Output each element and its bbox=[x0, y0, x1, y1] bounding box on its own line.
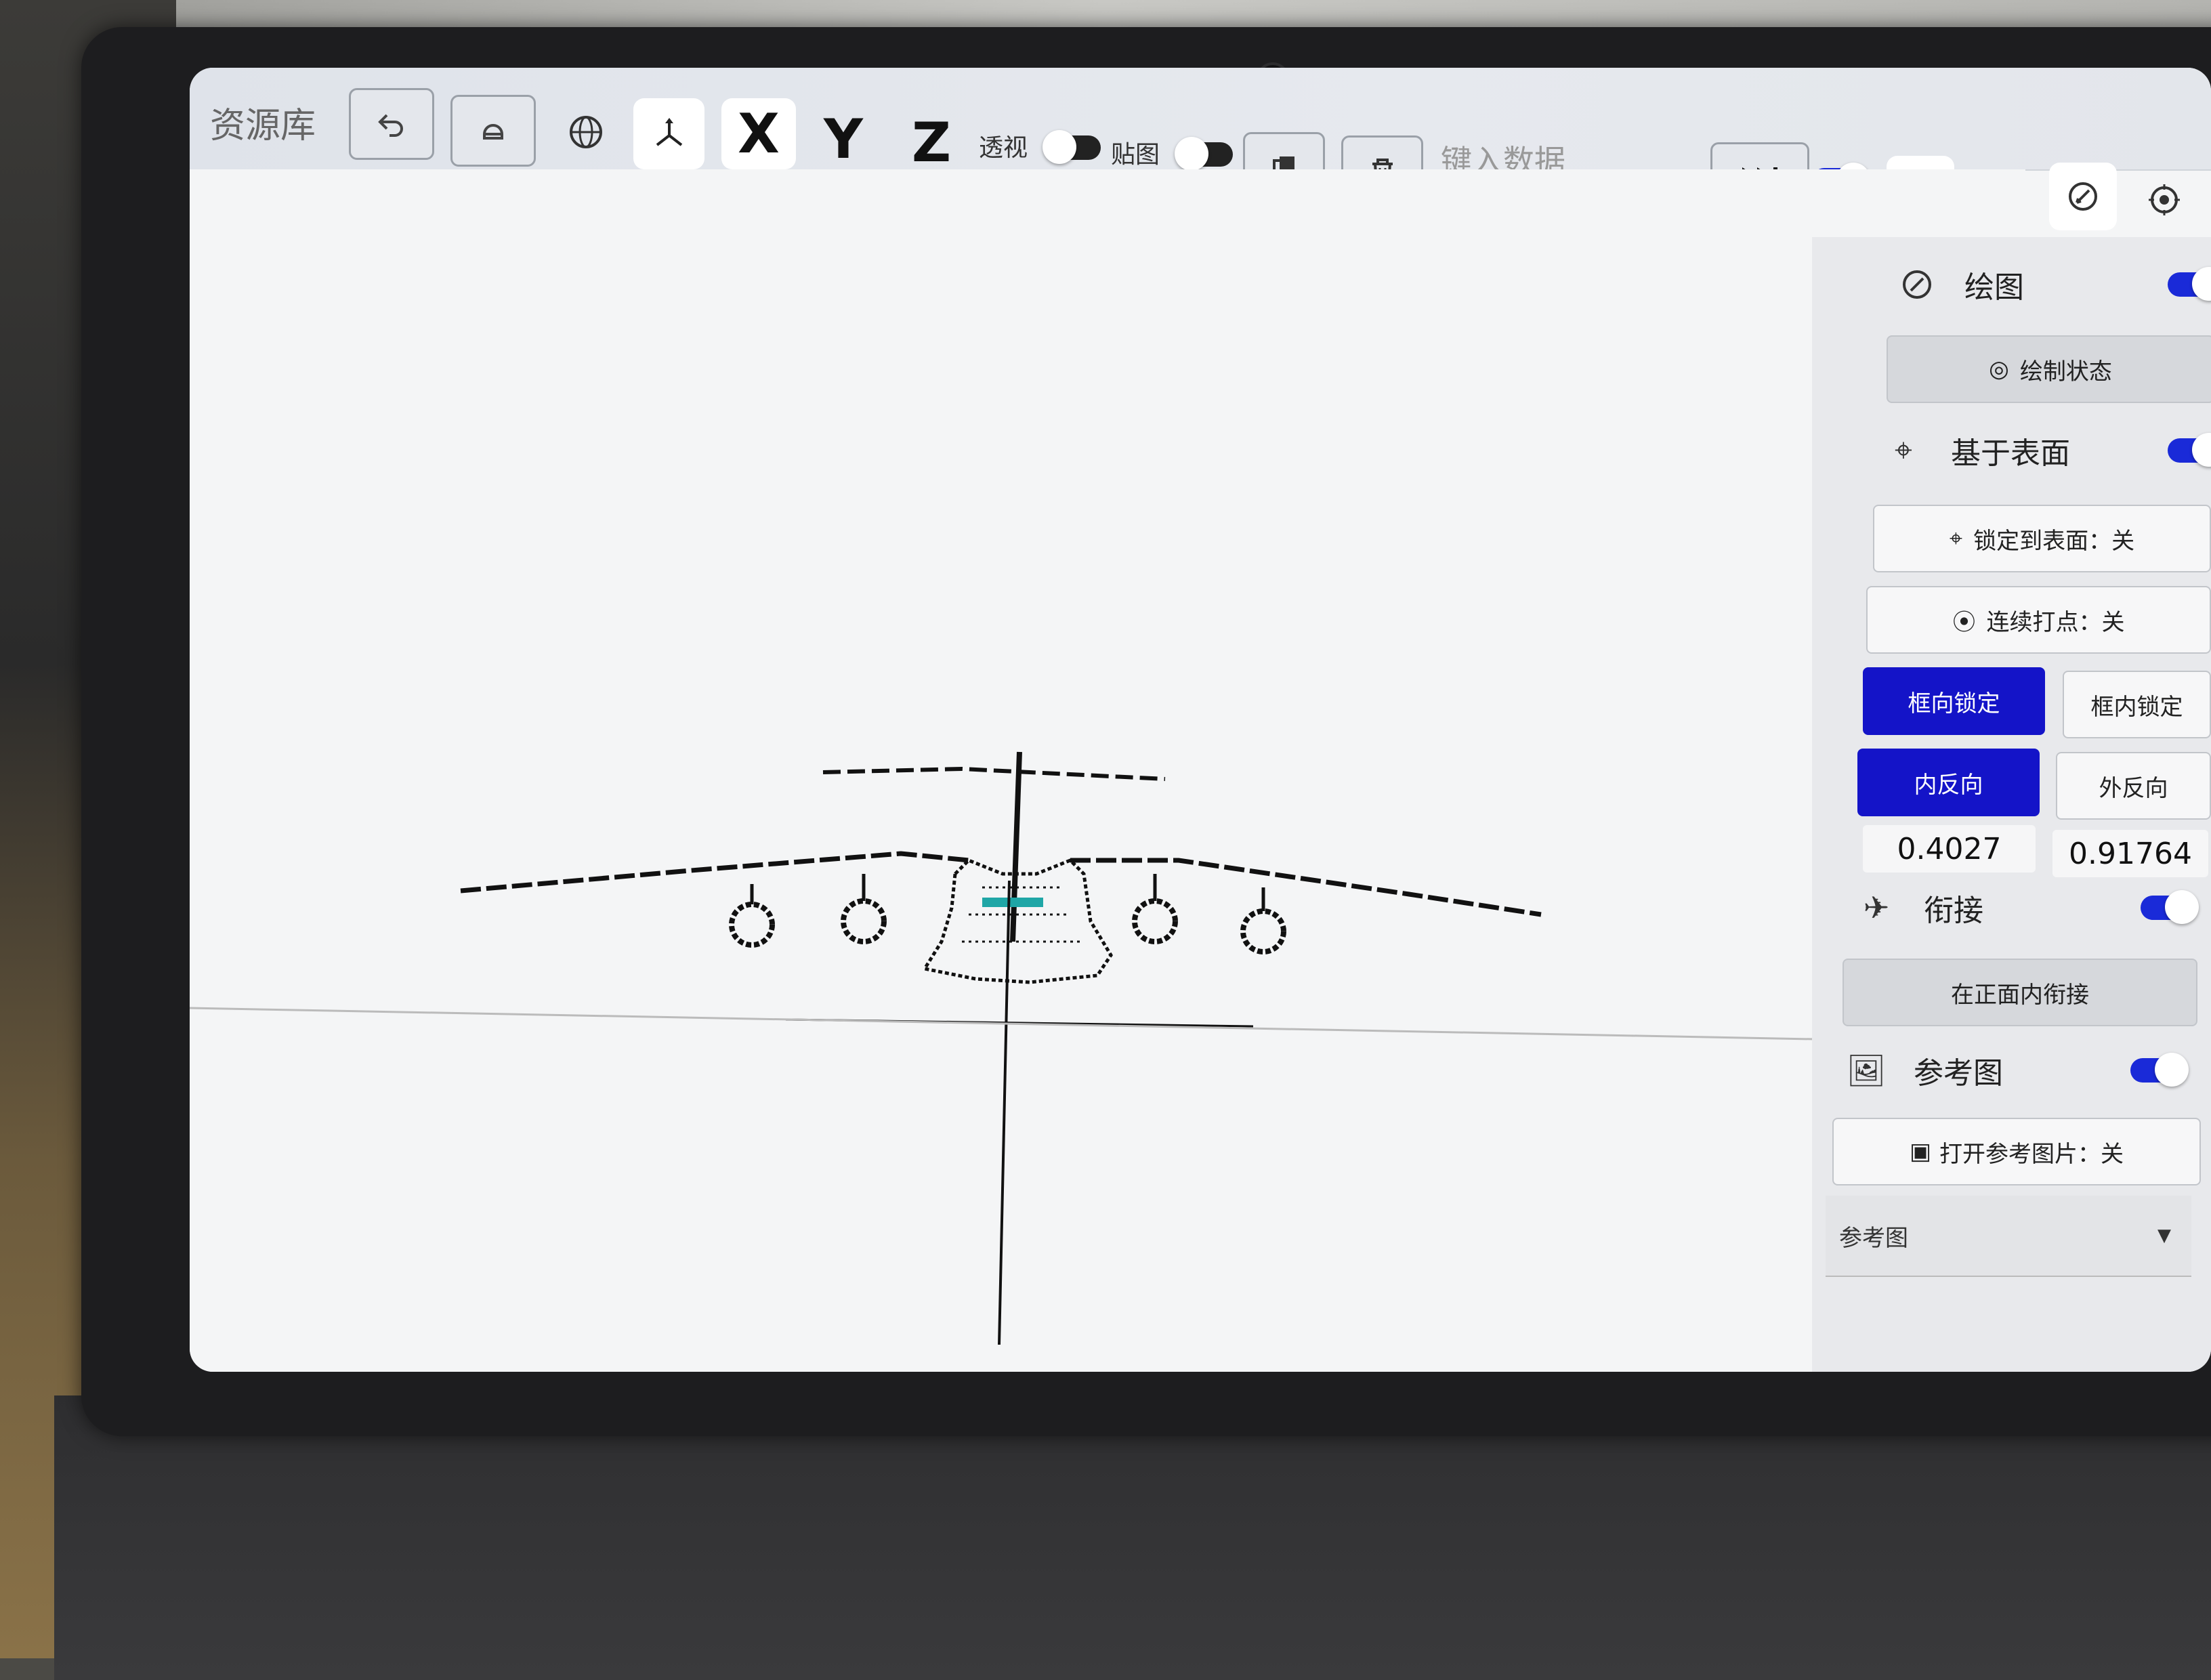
horizon-line bbox=[190, 1007, 2025, 1045]
undo-icon bbox=[378, 114, 403, 137]
aircraft-model bbox=[190, 751, 2025, 1345]
axis-z-button[interactable]: Z bbox=[898, 108, 965, 176]
library-button[interactable]: 资源库 bbox=[210, 95, 316, 149]
pencil-circle-icon bbox=[2069, 182, 2097, 211]
image-icon: 🖼 bbox=[1846, 1051, 1887, 1089]
inner-lock-button[interactable]: 框内锁定 bbox=[2063, 671, 2211, 738]
perspective-toggle-knob bbox=[1043, 130, 1076, 164]
draw-state-button[interactable]: ◎ 绘制状态 bbox=[1887, 335, 2211, 403]
reference-toggle[interactable] bbox=[2130, 1053, 2189, 1087]
surface-toggle-knob bbox=[2192, 433, 2211, 467]
front-join-button[interactable]: 在正面内衔接 bbox=[1842, 959, 2197, 1026]
join-toggle[interactable] bbox=[2141, 890, 2199, 924]
value-right-field[interactable]: 0.91764 bbox=[2052, 830, 2208, 877]
join-section-header: ✈ 衔接 bbox=[1856, 874, 2199, 942]
engine-right-outer bbox=[1240, 887, 1286, 954]
library-label: 资源库 bbox=[210, 105, 316, 146]
frame-lock-label: 框向锁定 bbox=[1908, 690, 2000, 717]
left-wing bbox=[460, 851, 969, 894]
reference-toggle-knob bbox=[2155, 1053, 2189, 1087]
perspective-text: 透视 bbox=[979, 134, 1028, 162]
axis-z-label: Z bbox=[911, 110, 951, 174]
perspective-toggle[interactable] bbox=[1043, 130, 1101, 164]
viewport-canvas[interactable] bbox=[190, 169, 2025, 1372]
top-toolbar: 资源库 X Y Z 透视 贴图 键入数据 bbox=[190, 68, 2211, 230]
engine-left-outer bbox=[729, 884, 775, 948]
front-join-label: 在正面内衔接 bbox=[1951, 981, 2089, 1009]
fuselage-detail bbox=[962, 886, 1084, 943]
globe-button[interactable] bbox=[559, 102, 613, 163]
perspective-label: 透视 bbox=[979, 122, 1028, 169]
reference-select[interactable]: 参考图 ▼ bbox=[1826, 1196, 2191, 1277]
globe-icon bbox=[570, 116, 602, 148]
lock-to-surface-label: 锁定到表面：关 bbox=[1973, 527, 2135, 555]
axis-x-button[interactable]: X bbox=[721, 98, 796, 169]
chevron-down-icon: ▼ bbox=[2157, 1225, 2171, 1246]
axes-button[interactable] bbox=[633, 98, 704, 169]
open-reference-icon: ▣ bbox=[1909, 1138, 1932, 1165]
surface-section-title: 基于表面 bbox=[1951, 436, 2070, 471]
horizontal-stabilizer bbox=[822, 766, 1166, 781]
continuous-points-icon: ⦿ bbox=[1952, 608, 1976, 636]
open-reference-label: 打开参考图片：关 bbox=[1939, 1140, 2124, 1168]
right-wing bbox=[1070, 858, 1542, 917]
inner-lock-label: 框内锁定 bbox=[2090, 693, 2183, 721]
undo-button[interactable] bbox=[349, 88, 434, 160]
draw-state-label: 绘制状态 bbox=[2019, 358, 2112, 385]
crosshair-icon: ⌖ bbox=[1895, 432, 1912, 468]
axis-x-label: X bbox=[738, 102, 780, 165]
target-icon bbox=[2149, 184, 2180, 215]
eraser-button[interactable] bbox=[450, 95, 536, 167]
join-toggle-knob bbox=[2165, 890, 2199, 924]
surface-toggle[interactable] bbox=[2168, 433, 2211, 467]
join-section-title: 衔接 bbox=[1924, 894, 1983, 928]
lock-to-surface-button[interactable]: ⌖ 锁定到表面：关 bbox=[1873, 505, 2211, 572]
engine-right-inner bbox=[1132, 874, 1178, 944]
continuous-points-button[interactable]: ⦿ 连续打点：关 bbox=[1866, 586, 2211, 654]
engine-left-inner bbox=[841, 874, 887, 944]
draw-section-header: 绘图 bbox=[1897, 251, 2211, 318]
pencil-circle-icon bbox=[1897, 264, 1937, 305]
viewport-svg bbox=[190, 751, 2025, 1345]
texture-toggle[interactable] bbox=[1175, 137, 1233, 171]
inner-reverse-button[interactable]: 内反向 bbox=[1857, 749, 2040, 816]
join-icon: ✈ bbox=[1863, 889, 1890, 926]
reference-section-title: 参考图 bbox=[1914, 1056, 2003, 1091]
outer-reverse-button[interactable]: 外反向 bbox=[2056, 752, 2211, 820]
vertical-stabilizer bbox=[1010, 751, 1022, 942]
vertical-axis-line bbox=[998, 880, 1011, 1345]
draw-state-icon: ◎ bbox=[1989, 356, 2009, 383]
frame-lock-button[interactable]: 框向锁定 bbox=[1863, 667, 2045, 735]
open-reference-button[interactable]: ▣ 打开参考图片：关 bbox=[1832, 1118, 2201, 1185]
continuous-points-label: 连续打点：关 bbox=[1986, 608, 2125, 636]
eraser-icon bbox=[483, 124, 503, 140]
axis-y-label: Y bbox=[824, 107, 863, 171]
cockpit-highlight bbox=[982, 898, 1043, 907]
value-right-text: 0.91764 bbox=[2069, 836, 2192, 871]
axis-y-button[interactable]: Y bbox=[809, 105, 877, 173]
reference-section-header: 🖼 参考图 bbox=[1846, 1036, 2189, 1104]
draw-mode-button[interactable] bbox=[2049, 163, 2117, 230]
reference-select-value: 参考图 bbox=[1839, 1224, 1908, 1252]
inner-reverse-label: 内反向 bbox=[1914, 771, 1983, 799]
axes-icon bbox=[656, 117, 682, 146]
fuselage bbox=[921, 858, 1113, 984]
texture-toggle-knob bbox=[1175, 137, 1208, 171]
draw-toggle-knob bbox=[2192, 267, 2211, 301]
value-left-field[interactable]: 0.4027 bbox=[1863, 825, 2036, 873]
lock-surface-icon: ⌖ bbox=[1949, 525, 1963, 552]
tablet-cover bbox=[54, 1395, 2211, 1680]
outer-reverse-label: 外反向 bbox=[2099, 774, 2168, 802]
draw-toggle[interactable] bbox=[2168, 267, 2211, 301]
surface-section-header: ⌖ 基于表面 bbox=[1883, 417, 2211, 484]
draw-section-title: 绘图 bbox=[1964, 270, 2024, 305]
value-left-text: 0.4027 bbox=[1897, 831, 2002, 866]
target-button[interactable] bbox=[2134, 169, 2195, 230]
texture-text: 贴图 bbox=[1111, 141, 1160, 169]
